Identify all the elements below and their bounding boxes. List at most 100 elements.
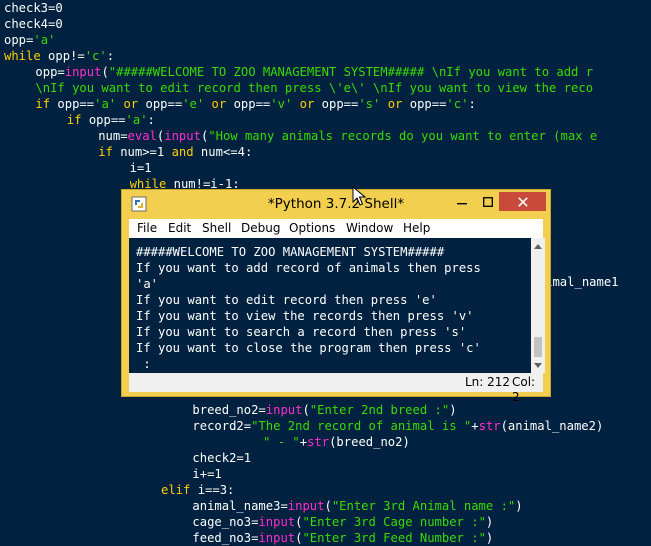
- shell-output-line: If you want to close the program then pr…: [136, 341, 481, 355]
- code-token: while: [4, 49, 41, 63]
- code-line: elif i==3:: [161, 482, 651, 498]
- shell-output-line: :: [136, 357, 151, 371]
- maximize-button[interactable]: [474, 192, 501, 211]
- scroll-thumb[interactable]: [534, 337, 542, 357]
- code-token: animal_name3=: [192, 499, 288, 513]
- code-line: breed_no2=input("Enter 2nd breed :"): [192, 402, 651, 418]
- code-token: 'v': [270, 97, 293, 111]
- code-token: "How many animals records do you want to…: [208, 129, 598, 143]
- code-line: opp=input("#####WELCOME TO ZOO MANAGEMEN…: [35, 64, 651, 80]
- code-token: opp==: [314, 97, 359, 111]
- code-token: str: [478, 419, 501, 433]
- python-shell-window[interactable]: *Python 3.7.2 Shell* File Edit Shell Deb…: [121, 189, 551, 404]
- python-idle-icon[interactable]: [131, 196, 147, 212]
- code-token: opp=: [4, 33, 34, 47]
- code-token: "#####WELCOME TO ZOO MANAGEMENT SYSTEM##…: [108, 65, 594, 79]
- menu-options[interactable]: Options: [289, 221, 335, 236]
- code-token: opp==: [138, 97, 183, 111]
- code-token: :: [106, 49, 115, 63]
- menu-bar: File Edit Shell Debug Options Window Hel…: [129, 219, 543, 238]
- close-button[interactable]: [499, 192, 546, 211]
- code-line: check2=1: [192, 450, 651, 466]
- code-token: " - ": [263, 435, 300, 449]
- minimize-button[interactable]: [448, 192, 475, 211]
- code-token: 'a': [33, 33, 56, 47]
- code-line: \nIf you want to edit record then press …: [35, 80, 651, 96]
- code-line: cage_no3=input("Enter 3rd Cage number :"…: [192, 514, 651, 530]
- scroll-up-arrow-icon[interactable]: [534, 244, 542, 249]
- code-token: check3=0: [4, 1, 63, 15]
- code-token: i==3:: [190, 483, 235, 497]
- code-token: opp==: [226, 97, 271, 111]
- code-token: str: [307, 435, 330, 449]
- maximize-icon: [482, 196, 493, 207]
- code-token: (animal_name2): [500, 419, 604, 433]
- code-line: if opp=='a':: [67, 112, 651, 128]
- menu-edit[interactable]: Edit: [168, 221, 191, 236]
- menu-help[interactable]: Help: [403, 221, 430, 236]
- code-token: "Enter 2nd breed :": [309, 403, 450, 417]
- code-token: eval: [127, 129, 157, 143]
- code-line: i=1: [130, 160, 651, 176]
- code-token: input: [64, 65, 102, 79]
- code-token: input: [265, 403, 303, 417]
- mouse-cursor-icon: [352, 185, 367, 206]
- code-token: or: [123, 97, 139, 111]
- shell-output-line: If you want to add record of animals the…: [136, 261, 481, 275]
- code-token: opp==: [81, 113, 126, 127]
- status-bar: Ln: 212 Col: 2: [129, 373, 543, 404]
- menu-window[interactable]: Window: [346, 221, 393, 236]
- code-line: while opp!='c':: [4, 48, 651, 64]
- code-token: elif: [161, 483, 191, 497]
- menu-shell[interactable]: Shell: [202, 221, 231, 236]
- code-token: 'a': [94, 97, 117, 111]
- scroll-down-arrow-icon[interactable]: [534, 363, 542, 368]
- code-token: "Enter 3rd Cage number :": [302, 515, 486, 529]
- shell-output-line: 'a': [136, 277, 159, 291]
- code-token: opp!=: [40, 49, 85, 63]
- shell-output-area[interactable]: #####WELCOME TO ZOO MANAGEMENT SYSTEM###…: [129, 238, 531, 373]
- code-token: 's': [358, 97, 381, 111]
- code-line: check4=0: [4, 16, 651, 32]
- code-token: "Enter 3rd Feed Number :": [302, 531, 486, 545]
- code-token: ): [485, 515, 494, 529]
- close-icon: [517, 196, 528, 207]
- code-token: cage_no3=: [192, 515, 259, 529]
- code-token: breed_no2=: [192, 403, 266, 417]
- code-line: animal_name3=input("Enter 3rd Animal nam…: [192, 498, 651, 514]
- code-token: opp==: [402, 97, 447, 111]
- menu-debug[interactable]: Debug: [241, 221, 280, 236]
- code-token: if: [35, 97, 51, 111]
- code-line: if num>=1 and num<=4:: [98, 144, 651, 160]
- code-token: check2=1: [192, 451, 252, 465]
- code-token: input: [258, 515, 296, 529]
- code-token: feed_no3=: [192, 531, 259, 545]
- shell-output-line: If you want to edit record then press 'e…: [136, 293, 437, 307]
- code-token: ): [515, 499, 523, 513]
- code-token: num>=1: [112, 145, 172, 159]
- code-token: +: [299, 435, 308, 449]
- shell-title-bar[interactable]: *Python 3.7.2 Shell*: [122, 190, 550, 218]
- code-token: and: [171, 145, 194, 159]
- code-token: check4=0: [4, 17, 63, 31]
- vertical-scrollbar[interactable]: [531, 238, 545, 373]
- code-token: num<=4:: [193, 145, 253, 159]
- code-line: num=eval(input("How many animals records…: [98, 128, 651, 144]
- code-line: record2="The 2nd record of animal is "+s…: [192, 418, 651, 434]
- code-line: opp='a': [4, 32, 651, 48]
- shell-output-line: If you want to view the records then pre…: [136, 309, 474, 323]
- code-token: record2=: [192, 419, 252, 433]
- code-token: i+=1: [192, 467, 222, 481]
- code-token: 'c': [84, 49, 107, 63]
- code-token: 'e': [182, 97, 205, 111]
- code-token: 'c': [446, 97, 469, 111]
- code-token: :: [147, 113, 155, 127]
- code-line: nimal_name1: [538, 274, 651, 290]
- line-number: Ln: 212: [465, 375, 511, 389]
- code-line: " - "+str(breed_no2): [263, 434, 651, 450]
- code-token: opp==: [50, 97, 95, 111]
- code-token: opp=: [35, 65, 65, 79]
- menu-file[interactable]: File: [137, 221, 157, 236]
